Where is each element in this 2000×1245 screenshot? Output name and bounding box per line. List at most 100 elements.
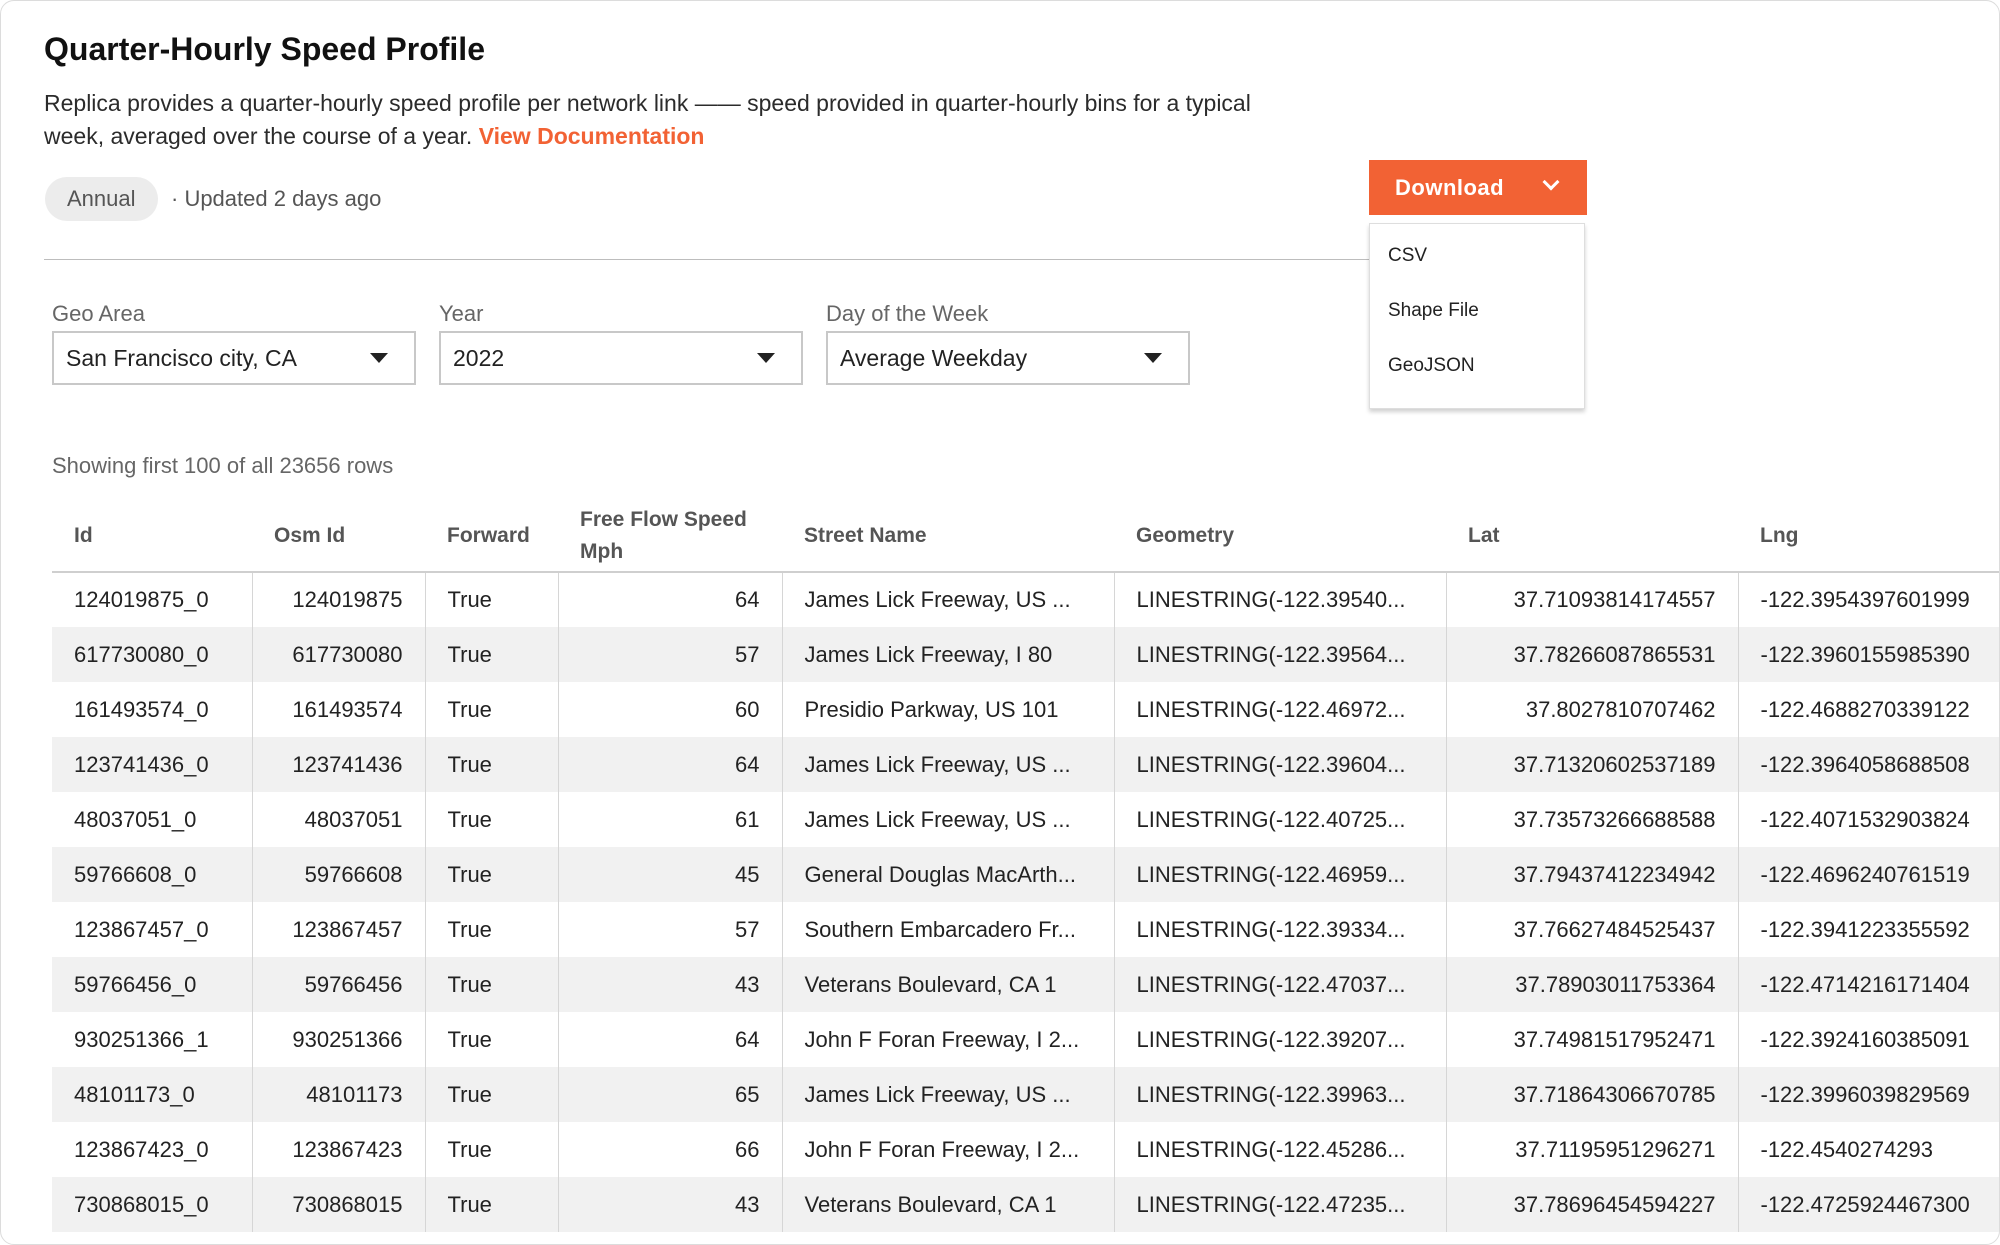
- cell-geometry: LINESTRING(-122.39564...: [1113, 627, 1446, 682]
- cell-street-name: James Lick Freeway, US ...: [781, 792, 1114, 847]
- cell-street-name: General Douglas MacArth...: [781, 847, 1114, 902]
- table-row[interactable]: 123741436_0 123741436 True 64 James Lick Fre…: [52, 737, 1999, 792]
- cell-id: 124019875_0: [74, 587, 209, 612]
- table-row[interactable]: 161493574_0 161493574 True 60 Presidio Parkw…: [52, 682, 1999, 737]
- cell-id: 617730080_0: [52, 627, 252, 682]
- cell-free-flow-speed: 61: [557, 792, 782, 847]
- cell-id: 59766456_0: [52, 957, 252, 1012]
- cell-lng: -122.3941223355592: [1737, 902, 1999, 957]
- cell-free-flow-speed: 66: [557, 1122, 782, 1177]
- cell-lat: 37.78696454594227: [1445, 1177, 1738, 1232]
- day-of-week-value: Average Weekday: [840, 345, 1028, 371]
- year-select[interactable]: 2022: [439, 331, 803, 385]
- column-header-lng[interactable]: Lng: [1738, 501, 1999, 573]
- column-header-id[interactable]: Id: [52, 501, 252, 573]
- cell-osm-id: 59766456: [251, 957, 425, 1012]
- updated-text: · Updated 2 days ago: [171, 186, 382, 211]
- cell-id: 161493574_0: [74, 696, 209, 722]
- cell-osm-id: 123741436: [251, 737, 425, 792]
- table-body: 124019875_0 124019875 True 64 James Lick Fre…: [52, 572, 1999, 1232]
- cell-lat: 37.8027810707462: [1445, 682, 1738, 737]
- cell-lat: 37.71195951296271: [1445, 1122, 1738, 1177]
- caret-down-icon: [370, 353, 388, 363]
- table-row[interactable]: 617730080_0 617730080 True 57 James Lick Fre…: [52, 627, 1999, 682]
- download-option-shape-file[interactable]: Shape File: [1370, 283, 1584, 338]
- cell-forward: True: [424, 847, 558, 902]
- column-header-lat[interactable]: Lat: [1446, 501, 1738, 573]
- column-header-geometry[interactable]: Geometry: [1114, 501, 1446, 573]
- table-row[interactable]: 124019875_0 124019875 True 64 James Lick Fre…: [52, 572, 1999, 627]
- column-header-street-name[interactable]: Street Name: [782, 501, 1114, 573]
- dataset-card: Quarter-Hourly Speed Profile Replica pro…: [0, 0, 2000, 1245]
- cell-lng: -122.3960155985390: [1737, 627, 1999, 682]
- table-row[interactable]: 48101173_0 48101173 True 65 James Lick Freew…: [52, 1067, 1999, 1122]
- frequency-badge: Annual: [45, 177, 158, 221]
- cell-lng: -122.4071532903824: [1737, 792, 1999, 847]
- cell-free-flow-speed: 64: [557, 1012, 782, 1067]
- cell-free-flow-speed: 57: [557, 902, 782, 957]
- cell-street-name: James Lick Freeway, I 80: [781, 627, 1114, 682]
- table-row[interactable]: 123867457_0 123867457 True 57 Southern Embar…: [52, 902, 1999, 957]
- cell-free-flow-speed: 60: [557, 682, 782, 737]
- cell-id: 123867423_0: [74, 1136, 209, 1162]
- cell-lat: 37.71320602537189: [1445, 737, 1738, 792]
- cell-lng: -122.3964058688508: [1737, 737, 1999, 792]
- cell-osm-id: 123867457: [251, 902, 425, 957]
- cell-free-flow-speed: 65: [557, 1067, 782, 1122]
- cell-street-name: John F Foran Freeway, I 2...: [781, 1012, 1114, 1067]
- geo-area-value: San Francisco city, CA: [66, 345, 297, 371]
- cell-street-name: James Lick Freeway, US ...: [781, 1067, 1114, 1122]
- download-option-geojson[interactable]: GeoJSON: [1370, 338, 1584, 393]
- chevron-down-icon: [1542, 173, 1560, 191]
- cell-lat: 37.78266087865531: [1445, 627, 1738, 682]
- page-title: Quarter-Hourly Speed Profile: [44, 31, 485, 67]
- cell-free-flow-speed: 57: [557, 627, 782, 682]
- cell-lng: -122.4540274293: [1737, 1122, 1999, 1177]
- table-row[interactable]: 48037051_0 48037051 True 61 James Lick Freew…: [52, 792, 1999, 847]
- cell-street-name: Presidio Parkway, US 101: [781, 682, 1114, 737]
- geo-area-select[interactable]: San Francisco city, CA: [52, 331, 416, 385]
- download-option-csv[interactable]: CSV: [1370, 228, 1584, 283]
- cell-forward: True: [424, 1122, 558, 1177]
- cell-lng: -122.4714216171404: [1737, 957, 1999, 1012]
- cell-osm-id: 161493574: [251, 682, 425, 737]
- cell-forward: True: [424, 1067, 558, 1122]
- cell-forward: True: [424, 682, 558, 737]
- cell-geometry: LINESTRING(-122.39334...: [1113, 902, 1446, 957]
- cell-lng: -122.3924160385091: [1737, 1012, 1999, 1067]
- column-header-osm-id[interactable]: Osm Id: [252, 501, 425, 573]
- caret-down-icon: [757, 353, 775, 363]
- table-row[interactable]: 730868015_0 730868015 True 43 Veterans Boule…: [52, 1177, 1999, 1232]
- cell-lat: 37.78903011753364: [1445, 957, 1738, 1012]
- cell-street-name: Veterans Boulevard, CA 1: [781, 1177, 1114, 1232]
- table-row[interactable]: 59766456_0 59766456 True 43 Veterans Bouleva…: [52, 957, 1999, 1012]
- documentation-link[interactable]: View Documentation: [479, 123, 705, 149]
- cell-osm-id: 617730080: [251, 627, 425, 682]
- column-header-free-flow-speed[interactable]: Free Flow Speed Mph: [558, 501, 782, 573]
- download-button-label: Download: [1395, 174, 1505, 200]
- cell-id: 123867457_0: [74, 916, 209, 942]
- cell-osm-id: 48037051: [251, 792, 425, 847]
- cell-lat: 37.71093814174557: [1445, 572, 1738, 627]
- column-header-forward[interactable]: Forward: [425, 501, 558, 573]
- geo-area-label: Geo Area: [52, 301, 145, 326]
- cell-forward: True: [424, 1177, 558, 1232]
- cell-free-flow-speed: 64: [557, 572, 782, 627]
- cell-geometry: LINESTRING(-122.47235...: [1113, 1177, 1446, 1232]
- cell-lat: 37.76627484525437: [1445, 902, 1738, 957]
- table-row[interactable]: 123867423_0 123867423 True 66 John F Foran F…: [52, 1122, 1999, 1177]
- cell-lng: -122.3996039829569: [1737, 1067, 1999, 1122]
- table-row[interactable]: 59766608_0 59766608 True 45 General Douglas …: [52, 847, 1999, 902]
- cell-street-name: Veterans Boulevard, CA 1: [781, 957, 1114, 1012]
- cell-street-name: James Lick Freeway, US ...: [781, 572, 1114, 627]
- cell-street-name: Southern Embarcadero Fr...: [781, 902, 1114, 957]
- cell-id: 930251366_1: [74, 1026, 209, 1052]
- cell-forward: True: [424, 957, 558, 1012]
- cell-lng: -122.4696240761519: [1737, 847, 1999, 902]
- divider: [44, 259, 1376, 260]
- download-button[interactable]: Download: [1369, 160, 1587, 215]
- cell-free-flow-speed: 45: [557, 847, 782, 902]
- table-row[interactable]: 930251366_1 930251366 True 64 John F Foran F…: [52, 1012, 1999, 1067]
- day-of-week-select[interactable]: Average Weekday: [826, 331, 1190, 385]
- cell-geometry: LINESTRING(-122.47037...: [1113, 957, 1446, 1012]
